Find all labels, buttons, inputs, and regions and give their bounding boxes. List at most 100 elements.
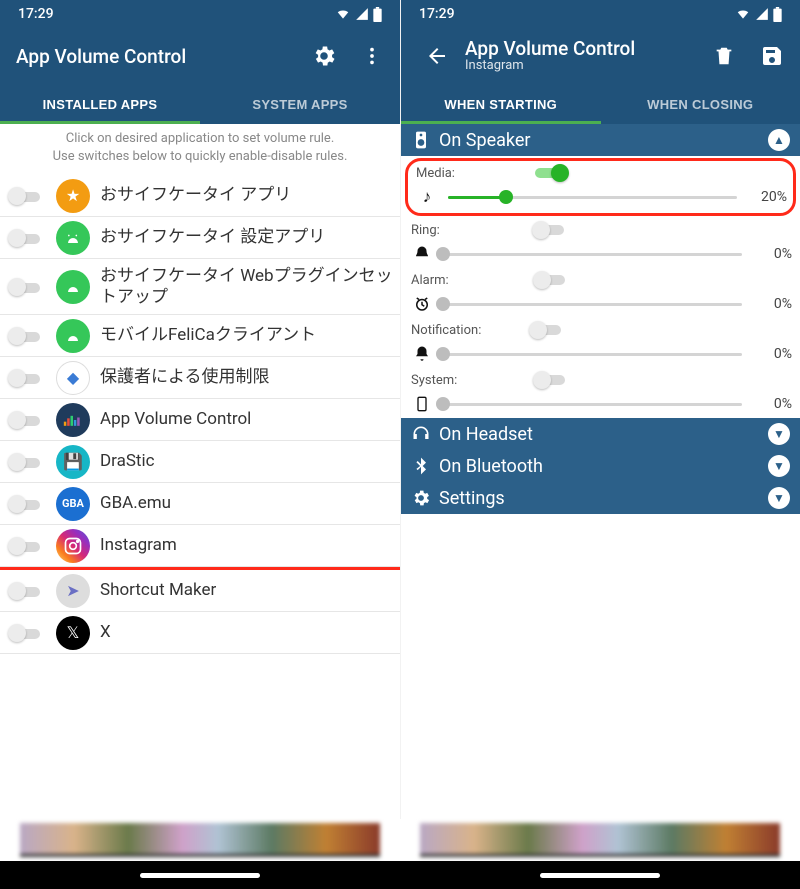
status-icons: [335, 7, 382, 22]
arrow-back-icon: [425, 44, 449, 68]
app-title: App Volume Control: [465, 38, 696, 60]
app-toggle[interactable]: [6, 581, 46, 601]
headphones-icon: [411, 424, 431, 444]
home-indicator[interactable]: [540, 873, 660, 878]
toggle-system[interactable]: [533, 371, 569, 389]
app-row[interactable]: おサイフケータイ 設定アプリ: [0, 217, 400, 259]
wifi-icon: [735, 7, 751, 21]
section-label: On Bluetooth: [439, 456, 543, 477]
delete-button[interactable]: [704, 36, 744, 76]
percent-ring: 0%: [752, 246, 792, 262]
slider-notification[interactable]: [443, 353, 742, 356]
app-icon: GBA: [56, 487, 90, 521]
settings-button[interactable]: [304, 36, 344, 76]
channel-label-alarm: Alarm:: [411, 273, 449, 288]
app-icon: [56, 403, 90, 437]
instagram-icon: [56, 529, 90, 563]
hint-line-2: Use switches below to quickly enable-dis…: [10, 148, 390, 166]
app-name: DraStic: [100, 451, 155, 471]
toggle-alarm[interactable]: [533, 271, 569, 289]
app-icon: 💾: [56, 445, 90, 479]
section-label: On Headset: [439, 424, 533, 445]
screen-app-list: 17:29 App Volume Control INSTALLED APPS …: [0, 0, 400, 819]
app-toggle[interactable]: [6, 494, 46, 514]
channel-label-system: System:: [411, 373, 457, 388]
phone-icon: [411, 395, 433, 413]
app-name: Instagram: [100, 535, 177, 555]
music-note-icon: ♪: [416, 187, 438, 207]
bell-icon: [411, 345, 433, 363]
app-name: 保護者による使用制限: [100, 367, 270, 387]
chevron-down-icon: ▼: [768, 423, 790, 445]
signal-icon: [355, 7, 369, 21]
app-bar: App Volume Control Instagram: [401, 28, 800, 84]
home-indicator[interactable]: [140, 873, 260, 878]
app-row[interactable]: ➤Shortcut Maker: [0, 570, 400, 612]
slider-alarm[interactable]: [443, 303, 742, 306]
app-row[interactable]: ◆保護者による使用制限: [0, 357, 400, 399]
section-on-bluetooth[interactable]: On Bluetooth ▼: [401, 450, 800, 482]
app-toggle[interactable]: [6, 536, 46, 556]
percent-system: 0%: [752, 396, 792, 412]
app-name: おサイフケータイ Webプラグインセットアップ: [100, 266, 394, 307]
app-toggle[interactable]: [6, 452, 46, 472]
section-on-speaker[interactable]: On Speaker ▲: [401, 124, 800, 156]
section-label: Settings: [439, 488, 505, 509]
app-bar: App Volume Control: [0, 28, 400, 84]
status-icons: [735, 7, 782, 22]
section-on-headset[interactable]: On Headset ▼: [401, 418, 800, 450]
app-row[interactable]: App Volume Control: [0, 399, 400, 441]
app-icon: ★: [56, 179, 90, 213]
status-time: 17:29: [419, 6, 455, 22]
tab-system-apps[interactable]: SYSTEM APPS: [200, 84, 400, 124]
app-toggle[interactable]: [6, 623, 46, 643]
app-row[interactable]: GBAGBA.emu: [0, 483, 400, 525]
chevron-up-icon: ▲: [768, 129, 790, 151]
app-toggle[interactable]: [6, 228, 46, 248]
tab-when-starting[interactable]: WHEN STARTING: [401, 84, 601, 124]
app-name: おサイフケータイ アプリ: [100, 185, 291, 205]
tabs: INSTALLED APPS SYSTEM APPS: [0, 84, 400, 124]
app-toggle[interactable]: [6, 368, 46, 388]
app-title: App Volume Control: [16, 45, 296, 68]
app-list[interactable]: ★ おサイフケータイ アプリ おサイフケータイ 設定アプリ おサイフケータイ We…: [0, 175, 400, 654]
app-row-instagram[interactable]: Instagram: [0, 525, 400, 567]
tab-when-closing[interactable]: WHEN CLOSING: [601, 84, 800, 124]
section-label: On Speaker: [439, 130, 531, 151]
app-row[interactable]: モバイルFeliCaクライアント: [0, 315, 400, 357]
tab-installed-apps[interactable]: INSTALLED APPS: [0, 84, 200, 124]
slider-media[interactable]: [448, 196, 737, 199]
battery-icon: [773, 7, 782, 22]
back-button[interactable]: [417, 36, 457, 76]
toggle-notification[interactable]: [529, 321, 565, 339]
gear-icon: [311, 43, 337, 69]
app-row[interactable]: 𝕏X: [0, 612, 400, 654]
toggle-media[interactable]: [535, 164, 571, 182]
wifi-icon: [335, 7, 351, 21]
slider-system[interactable]: [443, 403, 742, 406]
chevron-down-icon: ▼: [768, 487, 790, 509]
save-button[interactable]: [752, 36, 792, 76]
app-row[interactable]: 💾 DraStic: [0, 441, 400, 483]
speaker-icon: [411, 130, 431, 150]
app-toggle[interactable]: [6, 277, 46, 297]
app-toggle[interactable]: [6, 410, 46, 430]
tabs: WHEN STARTING WHEN CLOSING: [401, 84, 800, 124]
app-name: X: [100, 622, 111, 642]
hint-line-1: Click on desired application to set volu…: [10, 130, 390, 148]
app-toggle[interactable]: [6, 326, 46, 346]
app-row[interactable]: おサイフケータイ Webプラグインセットアップ: [0, 259, 400, 315]
app-icon: [56, 270, 90, 304]
overflow-button[interactable]: [352, 36, 392, 76]
app-toggle[interactable]: [6, 186, 46, 206]
section-settings[interactable]: Settings ▼: [401, 482, 800, 514]
media-highlight-box: Media: ♪ 20%: [405, 158, 796, 216]
app-row[interactable]: ★ おサイフケータイ アプリ: [0, 175, 400, 217]
android-nav-bar: [0, 861, 800, 889]
battery-icon: [373, 7, 382, 22]
toggle-ring[interactable]: [532, 221, 568, 239]
app-name: おサイフケータイ 設定アプリ: [100, 227, 325, 247]
channel-label-notification: Notification:: [411, 323, 481, 338]
slider-ring[interactable]: [443, 253, 742, 256]
app-icon: ➤: [56, 574, 90, 608]
